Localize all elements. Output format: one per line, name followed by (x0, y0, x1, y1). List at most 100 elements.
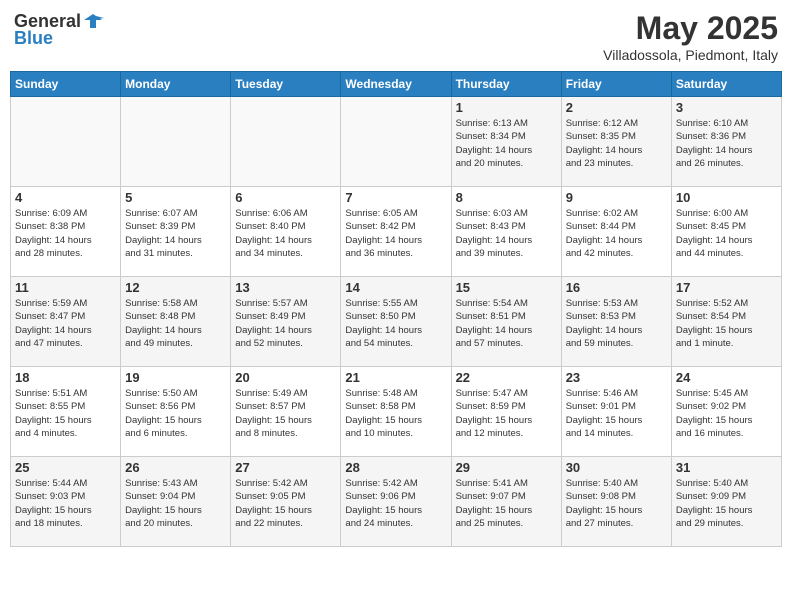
month-title: May 2025 (603, 10, 778, 47)
day-info: Sunrise: 5:54 AM Sunset: 8:51 PM Dayligh… (456, 297, 557, 350)
calendar-cell: 20 Sunrise: 5:49 AM Sunset: 8:57 PM Dayli… (231, 367, 341, 457)
calendar-cell: 26Sunrise: 5:43 AM Sunset: 9:04 PM Dayli… (121, 457, 231, 547)
calendar-cell: 16 Sunrise: 5:53 AM Sunset: 8:53 PM Dayli… (561, 277, 671, 367)
day-info: Sunrise: 5:40 AM Sunset: 9:08 PM Dayligh… (566, 477, 667, 530)
day-info: Sunrise: 5:40 AM Sunset: 9:09 PM Dayligh… (676, 477, 777, 530)
day-info: Sunrise: 6:13 AM Sunset: 8:34 PM Dayligh… (456, 117, 557, 170)
calendar-cell: 6Sunrise: 6:06 AM Sunset: 8:40 PM Daylig… (231, 187, 341, 277)
day-number: 3 (676, 100, 777, 115)
calendar-cell: 18 Sunrise: 5:51 AM Sunset: 8:55 PM Dayli… (11, 367, 121, 457)
calendar-cell: 24 Sunrise: 5:45 AM Sunset: 9:02 PM Dayli… (671, 367, 781, 457)
day-number: 28 (345, 460, 446, 475)
day-info: Sunrise: 5:42 AM Sunset: 9:05 PM Dayligh… (235, 477, 336, 530)
day-number: 10 (676, 190, 777, 205)
day-number: 18 (15, 370, 116, 385)
day-number: 11 (15, 280, 116, 295)
day-number: 4 (15, 190, 116, 205)
calendar-cell: 14 Sunrise: 5:55 AM Sunset: 8:50 PM Dayli… (341, 277, 451, 367)
day-info: Sunrise: 6:07 AM Sunset: 8:39 PM Dayligh… (125, 207, 226, 260)
calendar-cell: 22Sunrise: 5:47 AM Sunset: 8:59 PM Dayli… (451, 367, 561, 457)
calendar-cell: 1 Sunrise: 6:13 AM Sunset: 8:34 PM Daylig… (451, 97, 561, 187)
column-header-saturday: Saturday (671, 72, 781, 97)
calendar-week-row: 1 Sunrise: 6:13 AM Sunset: 8:34 PM Daylig… (11, 97, 782, 187)
day-number: 19 (125, 370, 226, 385)
calendar-cell: 4 Sunrise: 6:09 AM Sunset: 8:38 PM Daylig… (11, 187, 121, 277)
day-number: 25 (15, 460, 116, 475)
calendar-cell: 21 Sunrise: 5:48 AM Sunset: 8:58 PM Dayli… (341, 367, 451, 457)
column-header-thursday: Thursday (451, 72, 561, 97)
day-number: 23 (566, 370, 667, 385)
day-info: Sunrise: 6:00 AM Sunset: 8:45 PM Dayligh… (676, 207, 777, 260)
calendar-cell: 12 Sunrise: 5:58 AM Sunset: 8:48 PM Dayli… (121, 277, 231, 367)
day-info: Sunrise: 5:57 AM Sunset: 8:49 PM Dayligh… (235, 297, 336, 350)
calendar-cell: 15Sunrise: 5:54 AM Sunset: 8:51 PM Dayli… (451, 277, 561, 367)
location-subtitle: Villadossola, Piedmont, Italy (603, 47, 778, 63)
day-number: 21 (345, 370, 446, 385)
day-info: Sunrise: 6:12 AM Sunset: 8:35 PM Dayligh… (566, 117, 667, 170)
calendar-cell: 29Sunrise: 5:41 AM Sunset: 9:07 PM Dayli… (451, 457, 561, 547)
calendar-week-row: 18 Sunrise: 5:51 AM Sunset: 8:55 PM Dayli… (11, 367, 782, 457)
column-header-friday: Friday (561, 72, 671, 97)
day-info: Sunrise: 6:02 AM Sunset: 8:44 PM Dayligh… (566, 207, 667, 260)
column-header-wednesday: Wednesday (341, 72, 451, 97)
calendar-cell: 13Sunrise: 5:57 AM Sunset: 8:49 PM Dayli… (231, 277, 341, 367)
day-info: Sunrise: 5:46 AM Sunset: 9:01 PM Dayligh… (566, 387, 667, 440)
calendar-cell: 9 Sunrise: 6:02 AM Sunset: 8:44 PM Daylig… (561, 187, 671, 277)
day-info: Sunrise: 5:53 AM Sunset: 8:53 PM Dayligh… (566, 297, 667, 350)
day-number: 6 (235, 190, 336, 205)
day-number: 22 (456, 370, 557, 385)
day-number: 12 (125, 280, 226, 295)
day-info: Sunrise: 5:55 AM Sunset: 8:50 PM Dayligh… (345, 297, 446, 350)
day-number: 14 (345, 280, 446, 295)
day-info: Sunrise: 6:03 AM Sunset: 8:43 PM Dayligh… (456, 207, 557, 260)
logo-blue-text: Blue (14, 28, 53, 49)
day-info: Sunrise: 5:48 AM Sunset: 8:58 PM Dayligh… (345, 387, 446, 440)
calendar-week-row: 25 Sunrise: 5:44 AM Sunset: 9:03 PM Dayli… (11, 457, 782, 547)
calendar-header-row: SundayMondayTuesdayWednesdayThursdayFrid… (11, 72, 782, 97)
day-number: 9 (566, 190, 667, 205)
calendar-cell: 10 Sunrise: 6:00 AM Sunset: 8:45 PM Dayli… (671, 187, 781, 277)
calendar-cell: 30Sunrise: 5:40 AM Sunset: 9:08 PM Dayli… (561, 457, 671, 547)
day-number: 1 (456, 100, 557, 115)
day-info: Sunrise: 5:49 AM Sunset: 8:57 PM Dayligh… (235, 387, 336, 440)
day-info: Sunrise: 5:43 AM Sunset: 9:04 PM Dayligh… (125, 477, 226, 530)
calendar-cell (121, 97, 231, 187)
day-number: 8 (456, 190, 557, 205)
day-info: Sunrise: 6:09 AM Sunset: 8:38 PM Dayligh… (15, 207, 116, 260)
day-number: 27 (235, 460, 336, 475)
calendar-table: SundayMondayTuesdayWednesdayThursdayFrid… (10, 71, 782, 547)
calendar-cell: 25 Sunrise: 5:44 AM Sunset: 9:03 PM Dayli… (11, 457, 121, 547)
day-info: Sunrise: 5:45 AM Sunset: 9:02 PM Dayligh… (676, 387, 777, 440)
day-info: Sunrise: 5:58 AM Sunset: 8:48 PM Dayligh… (125, 297, 226, 350)
day-info: Sunrise: 6:10 AM Sunset: 8:36 PM Dayligh… (676, 117, 777, 170)
calendar-cell (11, 97, 121, 187)
calendar-cell: 27 Sunrise: 5:42 AM Sunset: 9:05 PM Dayli… (231, 457, 341, 547)
day-info: Sunrise: 5:50 AM Sunset: 8:56 PM Dayligh… (125, 387, 226, 440)
title-block: May 2025 Villadossola, Piedmont, Italy (603, 10, 778, 63)
day-info: Sunrise: 5:51 AM Sunset: 8:55 PM Dayligh… (15, 387, 116, 440)
column-header-monday: Monday (121, 72, 231, 97)
calendar-cell: 11 Sunrise: 5:59 AM Sunset: 8:47 PM Dayli… (11, 277, 121, 367)
day-number: 20 (235, 370, 336, 385)
calendar-cell: 7Sunrise: 6:05 AM Sunset: 8:42 PM Daylig… (341, 187, 451, 277)
calendar-cell (231, 97, 341, 187)
day-info: Sunrise: 5:42 AM Sunset: 9:06 PM Dayligh… (345, 477, 446, 530)
day-info: Sunrise: 5:41 AM Sunset: 9:07 PM Dayligh… (456, 477, 557, 530)
day-info: Sunrise: 5:59 AM Sunset: 8:47 PM Dayligh… (15, 297, 116, 350)
day-info: Sunrise: 6:05 AM Sunset: 8:42 PM Dayligh… (345, 207, 446, 260)
calendar-cell: 2 Sunrise: 6:12 AM Sunset: 8:35 PM Daylig… (561, 97, 671, 187)
day-number: 5 (125, 190, 226, 205)
day-number: 17 (676, 280, 777, 295)
day-info: Sunrise: 5:44 AM Sunset: 9:03 PM Dayligh… (15, 477, 116, 530)
page-header: General Blue May 2025 Villadossola, Pied… (10, 10, 782, 63)
day-number: 16 (566, 280, 667, 295)
calendar-cell: 28 Sunrise: 5:42 AM Sunset: 9:06 PM Dayli… (341, 457, 451, 547)
logo: General Blue (14, 10, 105, 49)
calendar-cell: 3 Sunrise: 6:10 AM Sunset: 8:36 PM Daylig… (671, 97, 781, 187)
calendar-cell: 23 Sunrise: 5:46 AM Sunset: 9:01 PM Dayli… (561, 367, 671, 457)
day-number: 2 (566, 100, 667, 115)
day-number: 31 (676, 460, 777, 475)
calendar-cell: 31 Sunrise: 5:40 AM Sunset: 9:09 PM Dayli… (671, 457, 781, 547)
day-number: 24 (676, 370, 777, 385)
column-header-sunday: Sunday (11, 72, 121, 97)
